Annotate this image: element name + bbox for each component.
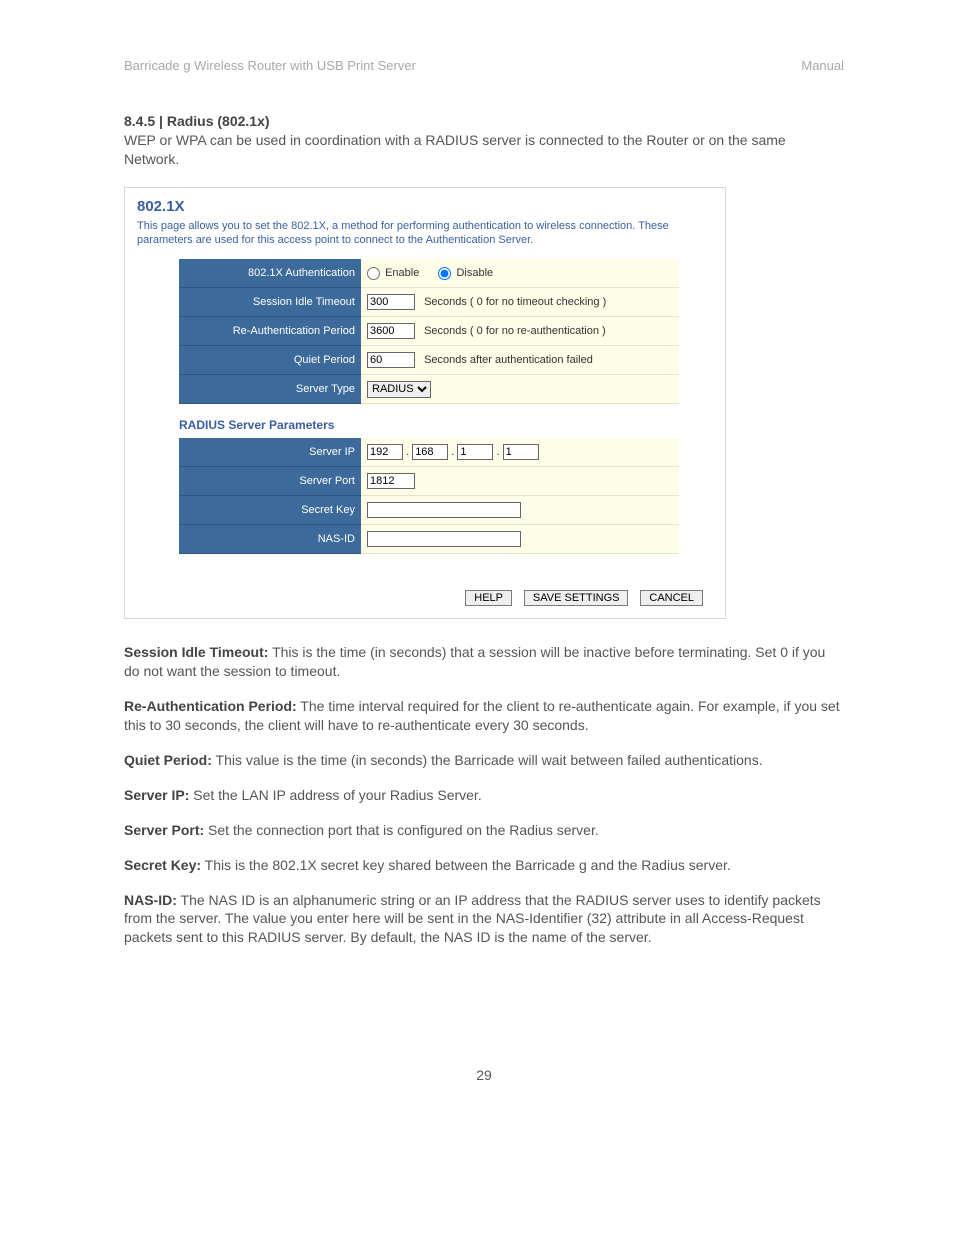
label-reauth: Re-Authentication Period (179, 317, 361, 346)
input-ip-1[interactable] (367, 444, 403, 460)
input-secret[interactable] (367, 502, 521, 518)
header-left: Barricade g Wireless Router with USB Pri… (124, 58, 416, 73)
radio-disable-label: Disable (456, 267, 493, 279)
radio-disable[interactable] (438, 267, 451, 280)
ip-dot: . (451, 446, 454, 458)
def-quiet: Quiet Period: This value is the time (in… (124, 751, 844, 770)
help-button[interactable]: HELP (465, 590, 512, 606)
panel-title: 802.1X (125, 188, 725, 219)
panel-subhead: RADIUS Server Parameters (179, 418, 725, 432)
label-serverport: Server Port (179, 467, 361, 496)
radio-enable[interactable] (367, 267, 380, 280)
panel-desc: This page allows you to set the 802.1X, … (125, 219, 725, 260)
page-number: 29 (124, 1067, 844, 1083)
input-ip-2[interactable] (412, 444, 448, 460)
label-servertype: Server Type (179, 375, 361, 404)
input-quiet[interactable] (367, 352, 415, 368)
radio-enable-label: Enable (385, 267, 419, 279)
def-nasid: NAS-ID: The NAS ID is an alphanumeric st… (124, 891, 844, 948)
ip-dot: . (406, 446, 409, 458)
form-table-2: Server IP . . . Server Port Secret Key (179, 438, 679, 554)
hint-reauth: Seconds ( 0 for no re-authentication ) (424, 325, 606, 337)
def-skey: Secret Key: This is the 802.1X secret ke… (124, 856, 844, 875)
def-reauth: Re-Authentication Period: The time inter… (124, 697, 844, 735)
cancel-button[interactable]: CANCEL (640, 590, 703, 606)
input-idle[interactable] (367, 294, 415, 310)
def-sport: Server Port: Set the connection port tha… (124, 821, 844, 840)
save-button[interactable]: SAVE SETTINGS (524, 590, 629, 606)
section-heading: 8.4.5 | Radius (802.1x) (124, 113, 844, 129)
section-intro: WEP or WPA can be used in coordination w… (124, 131, 844, 169)
form-table-1: 802.1X Authentication Enable Disable Ses… (179, 259, 679, 404)
label-serverip: Server IP (179, 438, 361, 467)
config-panel: 802.1X This page allows you to set the 8… (124, 187, 726, 620)
input-reauth[interactable] (367, 323, 415, 339)
ip-dot: . (496, 446, 499, 458)
input-nasid[interactable] (367, 531, 521, 547)
label-nasid: NAS-ID (179, 525, 361, 554)
label-idle: Session Idle Timeout (179, 288, 361, 317)
label-secret: Secret Key (179, 496, 361, 525)
input-ip-3[interactable] (457, 444, 493, 460)
input-serverport[interactable] (367, 473, 415, 489)
def-sip: Server IP: Set the LAN IP address of you… (124, 786, 844, 805)
header-right: Manual (801, 58, 844, 73)
label-auth: 802.1X Authentication (179, 259, 361, 288)
label-quiet: Quiet Period (179, 346, 361, 375)
hint-quiet: Seconds after authentication failed (424, 354, 593, 366)
select-servertype[interactable]: RADIUS (367, 381, 431, 398)
input-ip-4[interactable] (503, 444, 539, 460)
def-idle: Session Idle Timeout: This is the time (… (124, 643, 844, 681)
hint-idle: Seconds ( 0 for no timeout checking ) (424, 296, 606, 308)
